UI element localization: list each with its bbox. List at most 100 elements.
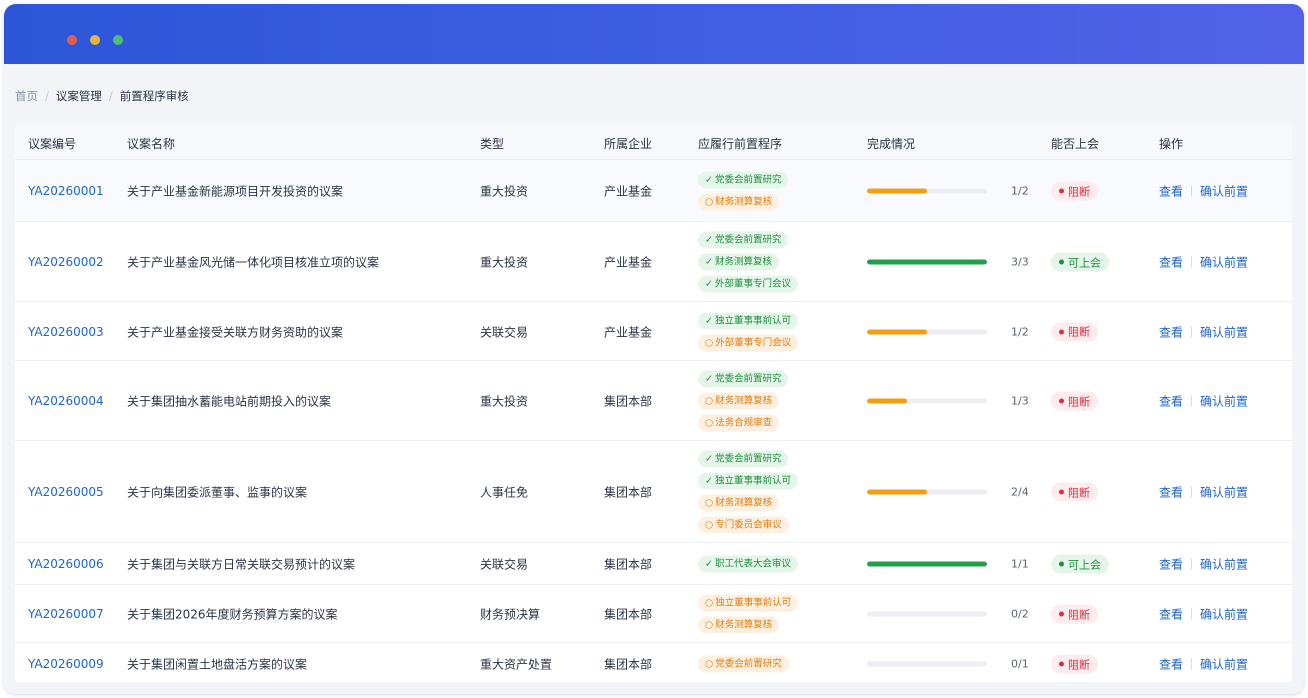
progress-bar	[867, 398, 987, 404]
meeting-status: 阻断	[1051, 181, 1098, 201]
confirm-precondition-button[interactable]: 确认前置	[1200, 323, 1248, 340]
proposal-enterprise: 集团本部	[604, 557, 653, 572]
procedure-tag-list: ✓ 党委会前置研究 ✓ 财务测算复核 ✓ 外部董事专门会议	[698, 231, 798, 293]
view-button[interactable]: 查看	[1159, 254, 1183, 271]
proposal-id-link[interactable]: YA20260009	[28, 657, 104, 671]
status-badge: 阻断	[1051, 322, 1098, 341]
proposal-table: 议案编号 议案名称 类型 所属企业 应履行前置程序 完成情况 能否上会 操作 Y…	[15, 124, 1292, 682]
procedure-tag-list: ○ 党委会前置研究	[698, 655, 789, 673]
procedure-tag-done: ✓ 财务测算复核	[698, 253, 779, 271]
progress-count: 2/4	[1011, 485, 1029, 499]
procedure-tag-done: ✓ 独立董事事前认可	[698, 312, 798, 329]
progress-track	[867, 489, 987, 495]
progress-bar	[867, 611, 987, 617]
breadcrumb-separator: /	[45, 89, 49, 103]
procedure-tag-list: ✓ 职工代表大会审议	[698, 555, 798, 573]
confirm-precondition-button[interactable]: 确认前置	[1200, 484, 1248, 501]
view-button[interactable]: 查看	[1159, 323, 1183, 340]
meeting-status: 阻断	[1051, 482, 1098, 502]
view-button[interactable]: 查看	[1159, 484, 1183, 501]
view-button[interactable]: 查看	[1159, 393, 1183, 410]
procedure-tag-pending: ○ 党委会前置研究	[698, 655, 789, 673]
confirm-precondition-button[interactable]: 确认前置	[1200, 183, 1248, 200]
view-button[interactable]: 查看	[1159, 556, 1183, 573]
procedure-label: 党委会前置研究	[714, 373, 782, 385]
view-button[interactable]: 查看	[1159, 183, 1183, 200]
action-divider	[1191, 326, 1193, 337]
proposal-id-link[interactable]: YA20260006	[28, 557, 104, 571]
progress-count: 1/2	[1011, 325, 1029, 338]
action-divider	[1191, 256, 1193, 268]
table-row: YA20260002 关于产业基金风光储一体化项目核准立项的议案 重大投资 产业基金 ✓…	[15, 222, 1292, 302]
table-row: YA20260009 关于集团闲置土地盘活方案的议案 重大资产处置 集团本部 ○ 党委会前…	[15, 643, 1292, 682]
pending-circle-icon: ○	[705, 196, 714, 208]
proposal-id-link[interactable]: YA20260001	[28, 184, 104, 198]
procedure-tag-done: ✓ 党委会前置研究	[698, 450, 789, 468]
proposal-id-link[interactable]: YA20260004	[28, 394, 104, 408]
proposal-id-link[interactable]: YA20260007	[28, 607, 104, 621]
procedure-label: 党委会前置研究	[714, 453, 782, 465]
table-row: YA20260005 关于向集团委派董事、监事的议案 人事任免 集团本部 ✓ 党委会前置研…	[15, 441, 1292, 543]
breadcrumb-section[interactable]: 议案管理	[56, 88, 102, 104]
proposal-id-link[interactable]: YA20260005	[28, 485, 104, 499]
proposal-name: 关于集团与关联方日常关联交易预计的议案	[127, 557, 356, 572]
confirm-precondition-button[interactable]: 确认前置	[1200, 556, 1248, 573]
title-bar	[4, 4, 1304, 64]
header-actions: 操作	[1159, 137, 1184, 151]
check-icon: ✓	[705, 278, 713, 290]
proposal-name: 关于向集团委派董事、监事的议案	[127, 485, 308, 500]
breadcrumb-home[interactable]: 首页	[15, 88, 38, 104]
row-actions: 查看 确认前置	[1159, 484, 1248, 501]
procedure-tag-pending: ○ 法务合规审查	[698, 414, 780, 432]
close-dot-icon[interactable]	[67, 35, 77, 45]
proposal-enterprise: 集团本部	[604, 485, 653, 500]
proposal-enterprise: 产业基金	[604, 255, 653, 270]
status-dot-icon	[1059, 489, 1064, 495]
proposal-id-link[interactable]: YA20260003	[28, 325, 104, 339]
progress-track	[867, 398, 987, 404]
confirm-precondition-button[interactable]: 确认前置	[1200, 254, 1248, 271]
maximize-dot-icon[interactable]	[113, 35, 123, 45]
proposal-name: 关于产业基金风光储一体化项目核准立项的议案	[127, 255, 380, 270]
proposal-type: 重大投资	[480, 394, 529, 409]
table-row: YA20260001 关于产业基金新能源项目开发投资的议案 重大投资 产业基金 ✓ 党委会…	[15, 160, 1292, 222]
progress-count: 1/3	[1011, 394, 1029, 408]
breadcrumb: 首页 / 议案管理 / 前置程序审核	[15, 88, 189, 104]
procedure-label: 财务测算复核	[714, 256, 772, 268]
pending-circle-icon: ○	[705, 619, 714, 631]
progress-count: 3/3	[1011, 255, 1029, 269]
pending-circle-icon: ○	[705, 417, 714, 429]
check-icon: ✓	[705, 558, 713, 570]
progress-track	[867, 259, 987, 265]
proposal-enterprise: 集团本部	[604, 394, 653, 409]
procedure-tag-done: ✓ 党委会前置研究	[698, 231, 789, 249]
status-dot-icon	[1059, 398, 1064, 404]
action-divider	[1191, 558, 1193, 570]
header-id: 议案编号	[28, 137, 77, 151]
proposal-enterprise: 集团本部	[604, 657, 653, 672]
status-badge: 阻断	[1051, 604, 1098, 624]
status-label: 阻断	[1068, 608, 1090, 621]
procedure-tag-list: ✓ 党委会前置研究 ✓ 独立董事事前认可 ○ 财务测算复核 ○ 专门委员会审议	[698, 450, 798, 534]
progress-count: 0/1	[1011, 657, 1029, 671]
view-button[interactable]: 查看	[1159, 606, 1183, 623]
view-button[interactable]: 查看	[1159, 656, 1183, 673]
confirm-precondition-button[interactable]: 确认前置	[1200, 656, 1248, 673]
procedure-tag-pending: ○ 财务测算复核	[698, 193, 780, 211]
app-window: 首页 / 议案管理 / 前置程序审核 议案编号 议案名称 类型 所属企业 应履行…	[4, 4, 1304, 694]
status-label: 阻断	[1068, 486, 1090, 499]
progress-fill	[867, 561, 987, 567]
header-meeting: 能否上会	[1051, 137, 1100, 151]
progress-fill	[867, 188, 927, 194]
confirm-precondition-button[interactable]: 确认前置	[1200, 393, 1248, 410]
status-badge: 阻断	[1051, 181, 1098, 201]
row-actions: 查看 确认前置	[1159, 556, 1248, 573]
confirm-precondition-button[interactable]: 确认前置	[1200, 606, 1248, 623]
pending-circle-icon: ○	[705, 497, 714, 509]
status-badge: 阻断	[1051, 654, 1098, 674]
check-icon: ✓	[705, 174, 713, 186]
progress-track	[867, 329, 987, 334]
proposal-id-link[interactable]: YA20260002	[28, 255, 104, 269]
table-header: 议案编号 议案名称 类型 所属企业 应履行前置程序 完成情况 能否上会 操作	[15, 124, 1292, 160]
minimize-dot-icon[interactable]	[90, 35, 100, 45]
